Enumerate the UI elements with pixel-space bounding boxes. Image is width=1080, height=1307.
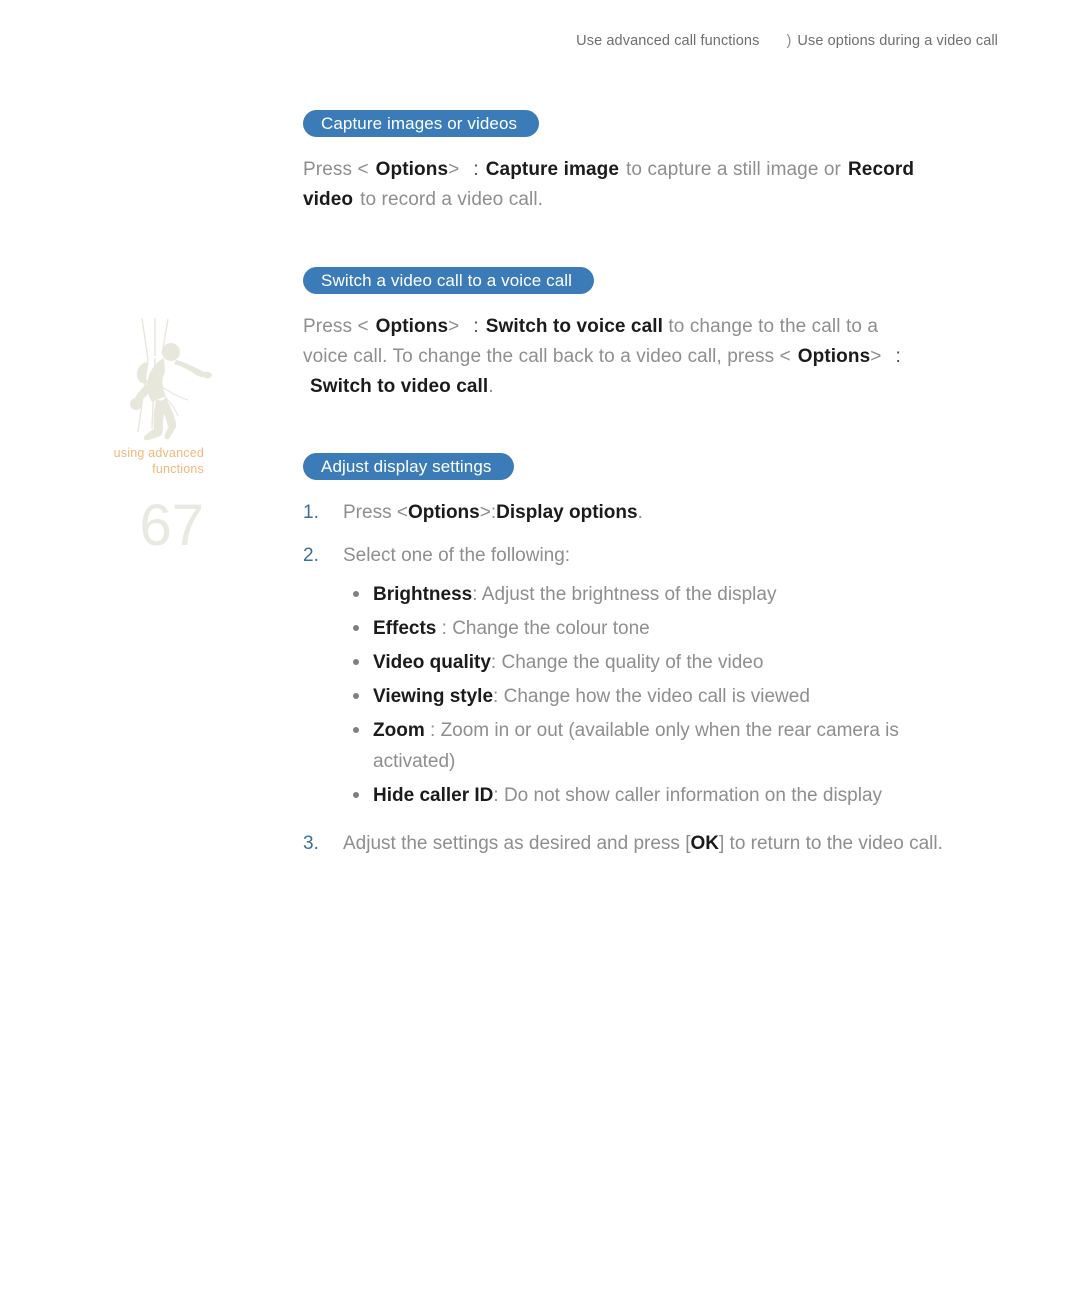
step-3-text-after: ] to return to the video call. bbox=[718, 833, 943, 854]
margin-caption-line-2: functions bbox=[152, 462, 204, 476]
text-angle-close-2: > bbox=[870, 346, 882, 367]
page-number: 67 bbox=[139, 493, 204, 558]
bold-ok-key: OK bbox=[690, 833, 719, 854]
step-2-number: 2. bbox=[303, 545, 319, 566]
section-capture-images: Capture images or videos Press < Options>… bbox=[303, 110, 951, 215]
text-period: . bbox=[637, 502, 643, 523]
text-record-desc: to record a video call. bbox=[360, 189, 544, 210]
header-left-title: Use advanced call functions bbox=[576, 33, 760, 49]
option-description: Change the colour tone bbox=[452, 618, 650, 639]
option-term: Hide caller ID bbox=[373, 785, 494, 806]
option-term: Brightness bbox=[373, 584, 473, 605]
bullet-dot-icon bbox=[353, 727, 359, 733]
text-angle-close: > bbox=[448, 159, 460, 180]
bold-options-2: Options bbox=[797, 346, 871, 367]
section-heading-capture-images: Capture images or videos bbox=[303, 110, 540, 137]
running-header: Use advanced call functions ) Use option… bbox=[576, 33, 998, 49]
bullet-dot-icon bbox=[353, 591, 359, 597]
option-term: Effects bbox=[373, 618, 437, 639]
header-right-title: Use options during a video call bbox=[797, 33, 998, 49]
section-heading-adjust-display: Adjust display settings bbox=[303, 453, 514, 480]
paragraph-switch-call: Press < Options>: Switch to voice call to … bbox=[303, 312, 903, 402]
option-separator: : bbox=[441, 618, 447, 639]
list-item-brightness: Brightness: Adjust the brightness of the… bbox=[351, 579, 941, 610]
option-description: Do not show caller information on the di… bbox=[503, 785, 883, 806]
margin-column: using advanced functions 67 bbox=[0, 0, 260, 1307]
option-separator: : bbox=[493, 785, 499, 806]
margin-caption-line-1: using advanced bbox=[113, 446, 204, 460]
section-heading-switch-call: Switch a video call to a voice call bbox=[303, 267, 595, 294]
list-item-effects: Effects : Change the colour tone bbox=[351, 613, 941, 644]
list-item-zoom: Zoom : Zoom in or out (available only wh… bbox=[351, 715, 941, 777]
bold-options: Options bbox=[375, 316, 449, 337]
option-term: Video quality bbox=[373, 652, 491, 673]
step-2: 2. Select one of the following: bbox=[303, 541, 983, 571]
bold-switch-to-voice-call: Switch to voice call bbox=[485, 316, 664, 337]
step-3-text-before: Adjust the settings as desired and press… bbox=[343, 833, 691, 854]
list-item-hide-caller-id: Hide caller ID: Do not show caller infor… bbox=[351, 780, 941, 811]
step-1-number: 1. bbox=[303, 502, 319, 523]
bullet-dot-icon bbox=[353, 693, 359, 699]
text-capture-desc: to capture a still image or bbox=[626, 159, 841, 180]
option-description: Adjust the brightness of the display bbox=[481, 584, 777, 605]
option-term: Viewing style bbox=[373, 686, 494, 707]
step-3-number: 3. bbox=[303, 833, 319, 854]
bold-display-options: Display options bbox=[496, 502, 638, 523]
text-press: Press < bbox=[303, 316, 369, 337]
bold-switch-to-video-call: Switch to video call bbox=[310, 376, 489, 397]
option-separator: : bbox=[472, 584, 478, 605]
bold-capture-image: Capture image bbox=[485, 159, 620, 180]
section-adjust-display: Adjust display settings 1. Press <Options… bbox=[303, 453, 983, 859]
list-item-video-quality: Video quality: Change the quality of the… bbox=[351, 647, 941, 678]
option-description: Change how the video call is viewed bbox=[503, 686, 810, 707]
text-colon: : bbox=[473, 316, 479, 337]
paragraph-capture-images: Press < Options>: Capture image to capture … bbox=[303, 155, 951, 215]
list-item-viewing-style: Viewing style: Change how the video call… bbox=[351, 681, 941, 712]
display-options-list: Brightness: Adjust the brightness of the… bbox=[351, 579, 941, 811]
section-switch-call: Switch a video call to a voice call Pres… bbox=[303, 267, 903, 402]
bullet-dot-icon bbox=[353, 792, 359, 798]
bold-options: Options bbox=[407, 502, 480, 523]
header-separator-icon: ) bbox=[786, 33, 792, 49]
text-press: Press < bbox=[303, 159, 369, 180]
bullet-dot-icon bbox=[353, 659, 359, 665]
text-period: . bbox=[488, 376, 494, 397]
bold-options: Options bbox=[375, 159, 449, 180]
step-2-text: Select one of the following: bbox=[343, 545, 571, 566]
option-separator: : bbox=[493, 686, 499, 707]
option-description: Change the quality of the video bbox=[501, 652, 764, 673]
text-angle-close: > bbox=[448, 316, 460, 337]
option-description: Zoom in or out (available only when the … bbox=[373, 720, 899, 772]
margin-caption: using advanced functions bbox=[40, 445, 204, 477]
option-term: Zoom bbox=[373, 720, 425, 741]
climber-silhouette-icon bbox=[108, 316, 218, 444]
step-1: 1. Press <Options>:Display options. bbox=[303, 498, 983, 528]
text-press: Press < bbox=[343, 502, 408, 523]
text-colon: : bbox=[473, 159, 479, 180]
step-3: 3. Adjust the settings as desired and pre… bbox=[303, 829, 993, 859]
option-separator: : bbox=[430, 720, 436, 741]
bullet-dot-icon bbox=[353, 625, 359, 631]
option-separator: : bbox=[490, 652, 497, 673]
text-colon-2: : bbox=[895, 346, 901, 367]
text-angle-close: > bbox=[479, 502, 491, 523]
